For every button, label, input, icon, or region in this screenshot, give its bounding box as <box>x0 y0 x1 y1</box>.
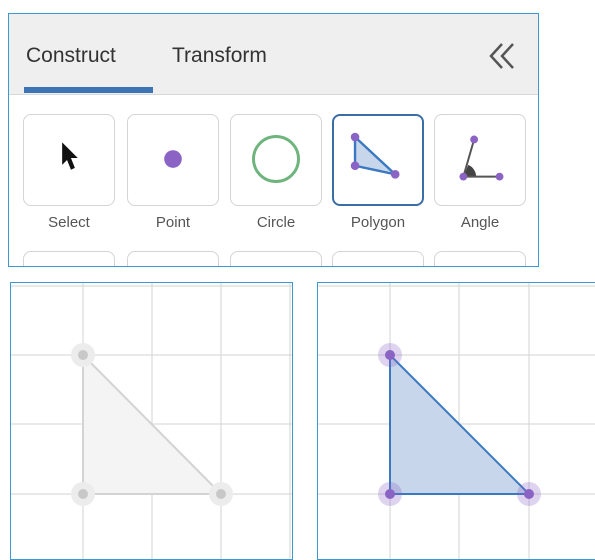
circle-icon <box>252 135 300 183</box>
tool-row2-button[interactable] <box>332 251 424 266</box>
angle-icon <box>459 135 504 181</box>
tool-row2-button[interactable] <box>23 251 115 266</box>
panel-header: Construct Transform <box>9 14 538 95</box>
tool-label-angle: Angle <box>460 214 500 231</box>
tab-transform[interactable]: Transform <box>172 44 267 68</box>
tab-construct[interactable]: Construct <box>26 44 116 68</box>
tool-circle: Circle <box>230 114 324 231</box>
tool-label-polygon: Polygon <box>350 214 406 231</box>
tool-select: Select <box>23 114 117 231</box>
active-tab-indicator <box>24 87 153 93</box>
tool-point: Point <box>127 114 221 231</box>
tool-label-select: Select <box>48 214 90 231</box>
tool-row2-button[interactable] <box>230 251 322 266</box>
tool-label-circle: Circle <box>256 214 296 231</box>
collapse-button[interactable] <box>486 38 520 74</box>
tool-row2-button[interactable] <box>434 251 526 266</box>
arrow-cursor-icon <box>62 142 78 170</box>
tool-label-point: Point <box>155 214 191 231</box>
grid-canvas-svg <box>11 283 292 559</box>
tool-row2-button[interactable] <box>127 251 219 266</box>
tool-polygon: Polygon <box>332 114 426 231</box>
angle-tool-button[interactable] <box>434 114 526 206</box>
double-chevron-left-icon <box>489 43 514 69</box>
tool-angle: Angle <box>434 114 528 231</box>
circle-tool-button[interactable] <box>230 114 322 206</box>
grid-lines <box>11 283 292 559</box>
tool-panel: Construct Transform Select Point Circle … <box>8 13 539 267</box>
select-tool-button[interactable] <box>23 114 115 206</box>
inactive-canvas[interactable] <box>10 282 293 560</box>
grid-canvas-svg <box>318 283 595 559</box>
point-tool-button[interactable] <box>127 114 219 206</box>
active-canvas[interactable] <box>317 282 595 560</box>
polygon-icon <box>350 132 400 179</box>
polygon-tool-button[interactable] <box>332 114 424 206</box>
point-icon <box>164 150 182 168</box>
